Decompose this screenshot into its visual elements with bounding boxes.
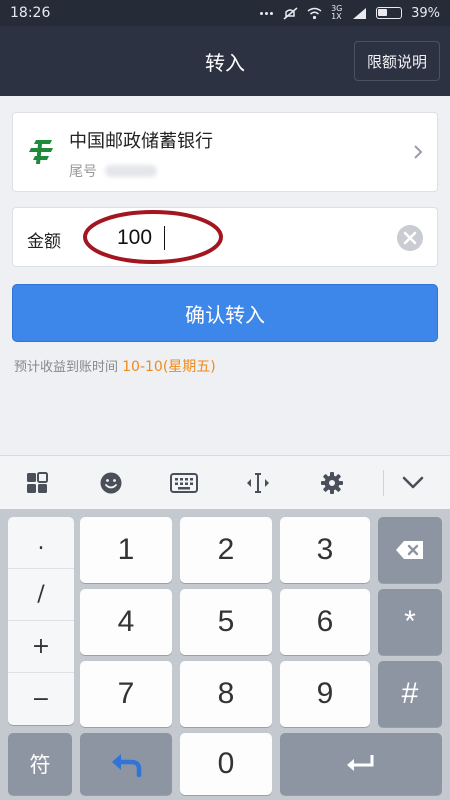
emoji-button[interactable] [74,456,148,510]
key-0[interactable]: 0 [180,733,272,795]
symbol-key[interactable]: + [8,621,74,673]
amount-label: 金额 [27,232,61,252]
chevron-down-icon [402,476,424,488]
card-tail-number-masked [105,165,157,177]
key-4[interactable]: 4 [80,589,172,655]
cursor-move-icon [246,472,269,493]
enter-key[interactable] [280,733,442,795]
dots-icon [260,11,274,15]
chevron-right-icon [414,145,423,159]
limit-info-button[interactable]: 限额说明 [354,41,440,81]
backspace-icon [396,541,423,559]
keyboard-toolbar [0,455,450,509]
eta-date: 10-10(星期五) [122,359,216,375]
symbol-key[interactable]: − [8,673,74,725]
gear-icon [320,471,343,494]
toolbar-divider [383,470,384,496]
clear-amount-button[interactable] [397,225,423,251]
key-8[interactable]: 8 [180,661,272,727]
grid-icon [26,471,48,493]
backspace-key[interactable] [378,517,442,583]
wifi-icon [307,7,322,19]
key-5[interactable]: 5 [180,589,272,655]
status-time: 18:26 [10,5,51,21]
amount-input[interactable] [117,223,317,253]
symbol-key[interactable]: . [8,517,74,569]
undo-icon [112,754,142,777]
eta-prefix: 预计收益到账时间 [14,360,123,375]
text-caret [164,226,165,250]
mute-icon [283,6,298,20]
battery-icon [376,7,403,19]
signal-icon [353,7,367,19]
key-7[interactable]: 7 [80,661,172,727]
key-1[interactable]: 1 [80,517,172,583]
close-icon [403,231,417,245]
status-bar: 18:26 3G 1X 39% [0,0,450,26]
confirm-transfer-button[interactable]: 确认转入 [12,284,438,342]
key-2[interactable]: 2 [180,517,272,583]
bank-card-selector[interactable]: 中国邮政储蓄银行 尾号 [12,112,438,192]
symbol-switch-key[interactable]: 符 [8,733,72,795]
keyboard-icon [170,472,199,493]
card-tail-label: 尾号 [69,164,97,180]
symbol-key[interactable]: / [8,569,74,621]
numeric-keyboard: . / + − 1 2 3 4 5 6 * 7 8 9 # 符 0 [0,509,450,800]
earnings-eta: 预计收益到账时间 10-10(星期五) [14,356,216,376]
battery-level: 39% [411,5,440,21]
star-key[interactable]: * [378,589,442,655]
postal-savings-bank-logo [29,140,53,164]
page-title: 转入 [205,50,245,75]
keyboard-switch-button[interactable] [147,456,221,510]
key-6[interactable]: 6 [280,589,370,655]
bank-name: 中国邮政储蓄银行 [69,131,213,152]
key-3[interactable]: 3 [280,517,370,583]
symbol-column: . / + − [8,517,74,725]
key-9[interactable]: 9 [280,661,370,727]
emoji-icon [100,472,121,493]
hash-key[interactable]: # [378,661,442,727]
amount-row: 金额 [12,207,438,267]
undo-key[interactable] [80,733,172,795]
enter-icon [347,755,374,771]
app-header: 转入 限额说明 [0,26,450,96]
cursor-move-button[interactable] [221,456,295,510]
network-label: 3G 1X [331,4,343,21]
keyboard-settings-button[interactable] [295,456,369,510]
hide-keyboard-button[interactable] [376,456,450,510]
grid-menu-button[interactable] [0,456,74,510]
